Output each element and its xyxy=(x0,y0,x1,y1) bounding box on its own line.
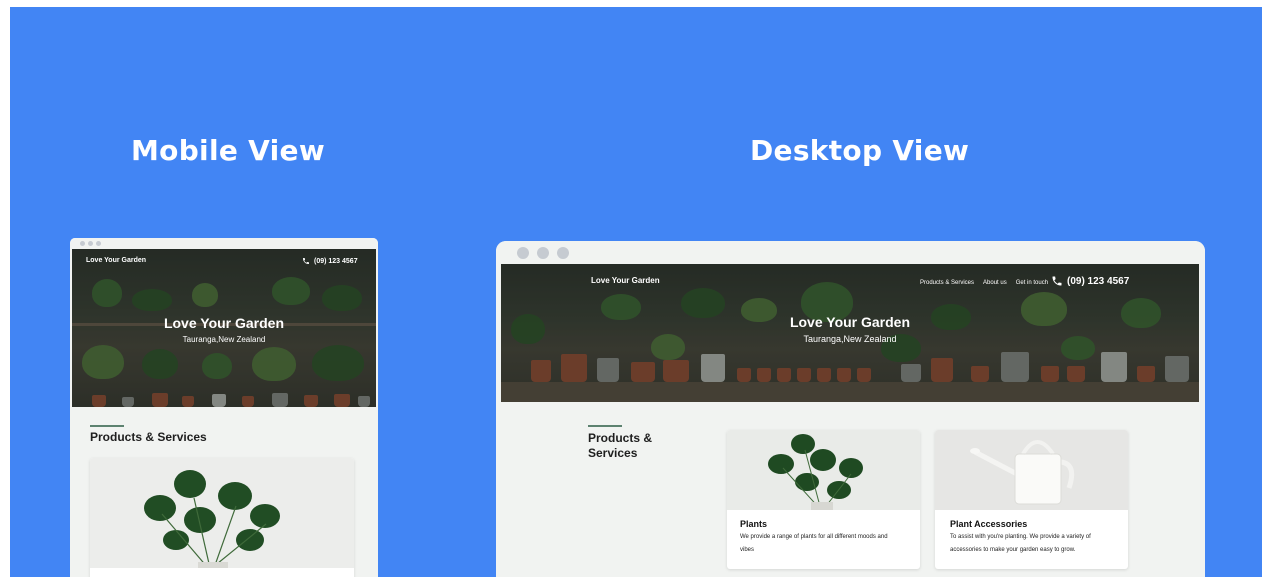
card-image xyxy=(90,458,354,568)
card-description-line-2: vibes xyxy=(740,547,755,553)
phone-number-text: (09) 123 4567 xyxy=(314,257,358,265)
product-card-plant-accessories[interactable]: Plant Accessories To assist with you're … xyxy=(935,430,1128,569)
section-accent-rule xyxy=(90,425,124,427)
card-title: Plant Accessories xyxy=(950,519,1028,529)
nav-link-get-in-touch[interactable]: Get in touch xyxy=(1016,280,1048,286)
phone-number[interactable]: (09) 123 4567 xyxy=(302,257,358,265)
section-title: Products & Services xyxy=(588,431,652,461)
card-image xyxy=(727,430,920,510)
card-image xyxy=(935,430,1128,510)
monstera-plant-icon xyxy=(144,470,280,568)
nav-link-products-services[interactable]: Products & Services xyxy=(920,280,974,286)
window-dot-icon xyxy=(80,241,85,246)
mobile-view-heading: Mobile View xyxy=(131,134,326,167)
presentation-canvas: Mobile View Desktop View Love Your Garde… xyxy=(10,7,1262,577)
window-dot-icon xyxy=(88,241,93,246)
brand-logo[interactable]: Love Your Garden xyxy=(86,257,146,264)
card-description-line-1: We provide a range of plants for all dif… xyxy=(740,534,888,540)
desktop-view-heading: Desktop View xyxy=(750,134,970,167)
product-card-plants[interactable]: Plants We provide a range of plants for … xyxy=(727,430,920,569)
window-chrome xyxy=(70,238,378,249)
window-dot-icon xyxy=(557,247,569,259)
window-chrome xyxy=(496,241,1205,264)
section-title-line-2: Services xyxy=(588,446,638,460)
main-nav: Products & Services About us Get in touc… xyxy=(920,280,1057,286)
phone-number-text: (09) 123 4567 xyxy=(1067,275,1130,287)
brand-logo[interactable]: Love Your Garden xyxy=(591,276,660,285)
product-card-plants[interactable] xyxy=(90,458,354,577)
window-dot-icon xyxy=(96,241,101,246)
card-description-line-2: accessories to make your garden easy to … xyxy=(950,547,1076,553)
hero-title: Love Your Garden xyxy=(789,314,911,330)
card-description: We provide a range of plants for all dif… xyxy=(740,531,912,557)
card-description: To assist with you're planting. We provi… xyxy=(950,531,1122,557)
window-dot-icon xyxy=(517,247,529,259)
phone-icon xyxy=(303,258,309,264)
section-title: Products & Services xyxy=(90,430,207,444)
section-title-line-1: Products & xyxy=(588,431,653,445)
hero-subtitle: Tauranga,New Zealand xyxy=(803,334,897,344)
nav-link-about-us[interactable]: About us xyxy=(983,280,1007,286)
card-title: Plants xyxy=(740,519,768,529)
desktop-frame: Love Your Garden Products & Services Abo… xyxy=(496,241,1205,577)
phone-number[interactable]: (09) 123 4567 xyxy=(1051,275,1129,287)
hero-banner: Love Your Garden (09) 123 4567 Love Your… xyxy=(72,249,376,407)
hero-banner: Love Your Garden Products & Services Abo… xyxy=(501,264,1199,402)
phone-icon xyxy=(1052,276,1062,286)
hero-title: Love Your Garden xyxy=(163,315,285,331)
section-accent-rule xyxy=(588,425,622,427)
mobile-frame: Love Your Garden (09) 123 4567 Love Your… xyxy=(70,238,378,577)
watering-can-icon xyxy=(970,440,1075,505)
card-description-line-1: To assist with you're planting. We provi… xyxy=(950,534,1091,540)
monstera-plant-icon xyxy=(768,434,863,510)
window-dot-icon xyxy=(537,247,549,259)
hero-subtitle: Tauranga,New Zealand xyxy=(182,335,266,344)
